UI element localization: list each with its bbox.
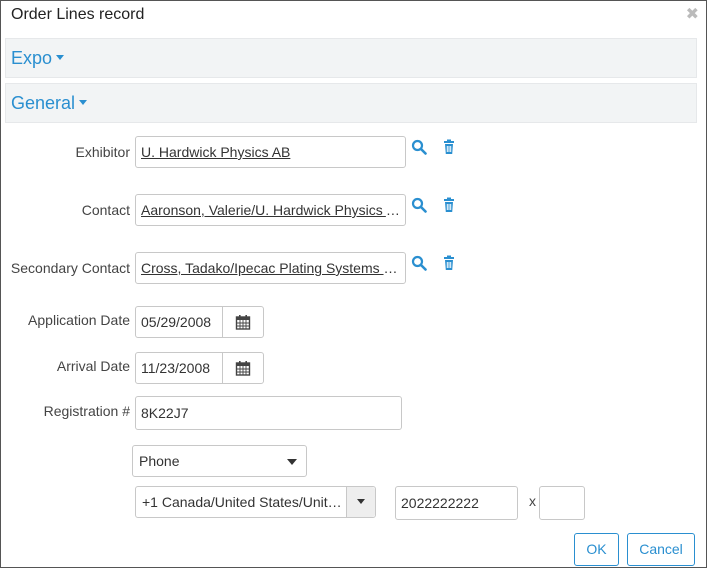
phone-number-input[interactable]: 2022222222 (395, 486, 518, 520)
country-code-value: +1 Canada/United States/United... (142, 494, 348, 510)
dialog-title: Order Lines record (11, 6, 145, 23)
secondary-contact-label: Secondary Contact (10, 260, 130, 276)
trash-icon[interactable] (441, 255, 457, 271)
phone-type-value: Phone (139, 453, 180, 469)
ok-button[interactable]: OK (574, 533, 619, 566)
calendar-icon (235, 361, 251, 376)
secondary-contact-link[interactable]: Cross, Tadako/Ipecac Plating Systems & .… (141, 260, 405, 276)
chevron-down-icon (79, 99, 88, 105)
search-icon[interactable] (411, 197, 427, 213)
close-icon[interactable]: ✖ (686, 7, 699, 23)
extension-label: x (529, 493, 536, 509)
extension-input[interactable] (539, 486, 585, 520)
calendar-icon (235, 315, 251, 330)
contact-label: Contact (81, 202, 130, 218)
exhibitor-label: Exhibitor (75, 144, 130, 160)
registration-label: Registration # (43, 403, 130, 419)
section-general-toggle[interactable]: General (11, 93, 88, 114)
contact-link[interactable]: Aaronson, Valerie/U. Hardwick Physics AB (141, 202, 405, 218)
exhibitor-link[interactable]: U. Hardwick Physics AB (141, 144, 290, 160)
search-icon[interactable] (411, 139, 427, 155)
cancel-button[interactable]: Cancel (627, 533, 695, 566)
country-code-select[interactable]: +1 Canada/United States/United... (135, 486, 376, 518)
chevron-down-icon (278, 446, 306, 476)
trash-icon[interactable] (441, 197, 457, 213)
application-date-input[interactable]: 05/29/2008 (135, 306, 223, 338)
application-date-label: Application Date (28, 312, 130, 328)
section-general-label: General (11, 93, 76, 113)
order-lines-dialog: Order Lines record ✖ Expo General Exhibi… (0, 0, 707, 568)
section-expo-label: Expo (11, 48, 53, 68)
search-icon[interactable] (411, 255, 427, 271)
section-expo[interactable]: Expo (5, 38, 697, 78)
arrival-date-label: Arrival Date (56, 358, 130, 374)
registration-input[interactable]: 8K22J7 (135, 396, 402, 430)
secondary-contact-field[interactable]: Cross, Tadako/Ipecac Plating Systems & .… (135, 252, 406, 284)
arrival-date-calendar-button[interactable] (222, 352, 264, 384)
application-date-calendar-button[interactable] (222, 306, 264, 338)
arrival-date-input[interactable]: 11/23/2008 (135, 352, 223, 384)
exhibitor-field[interactable]: U. Hardwick Physics AB (135, 136, 406, 168)
contact-field[interactable]: Aaronson, Valerie/U. Hardwick Physics AB (135, 194, 406, 226)
section-expo-toggle[interactable]: Expo (11, 48, 65, 69)
phone-type-select[interactable]: Phone (132, 445, 307, 477)
chevron-down-icon (56, 54, 65, 60)
chevron-down-icon (346, 487, 375, 517)
trash-icon[interactable] (441, 139, 457, 155)
section-general[interactable]: General (5, 83, 697, 123)
